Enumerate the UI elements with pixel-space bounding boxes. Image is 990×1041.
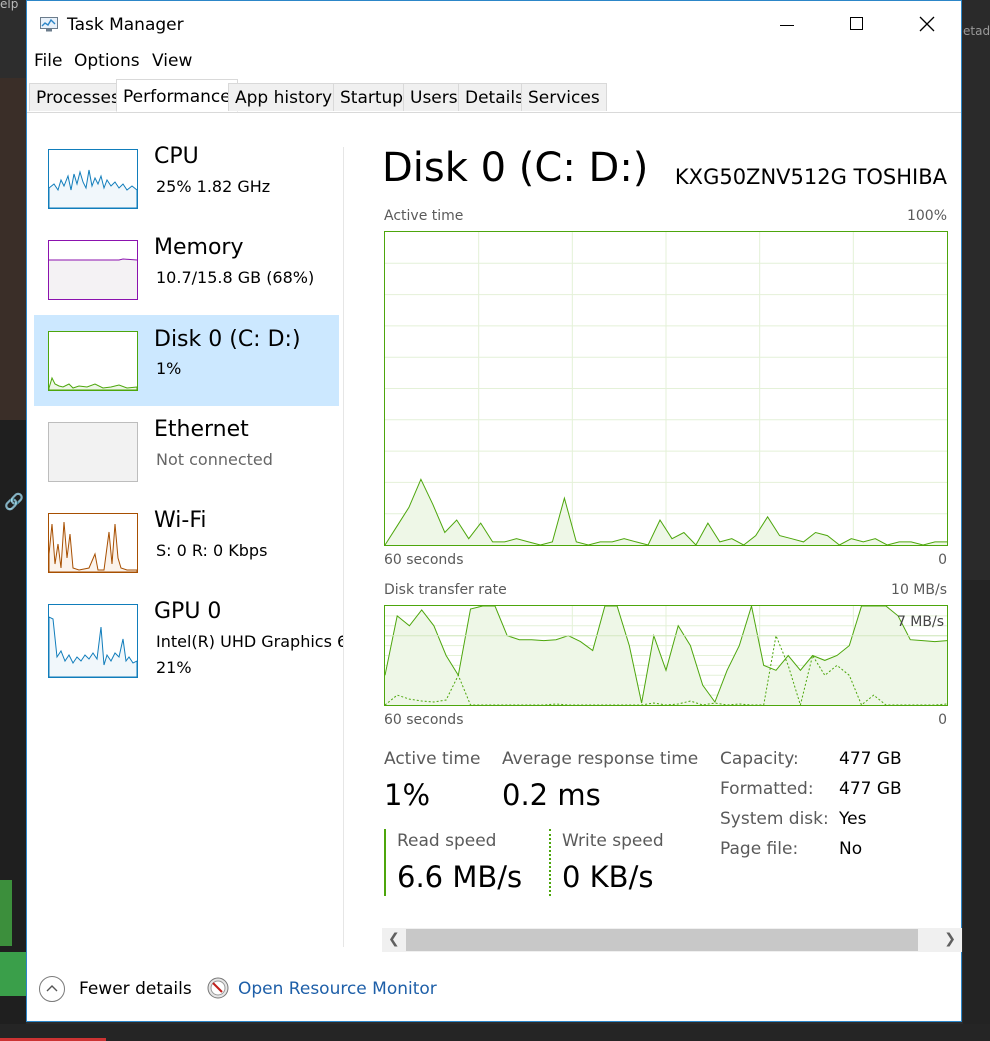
stat-write-speed-value: 0 KB/s xyxy=(562,860,654,894)
tab-processes[interactable]: Processes xyxy=(29,83,127,111)
title-bar[interactable]: Task Manager xyxy=(27,1,961,47)
transfer-graph-label: Disk transfer rate xyxy=(384,582,507,598)
detail-system-disk-value: Yes xyxy=(839,809,867,829)
page-title: Disk 0 (C: D:) xyxy=(382,145,649,191)
chevron-up-icon xyxy=(46,985,58,992)
scroll-left-icon[interactable]: ❮ xyxy=(388,931,400,947)
sidebar-memory-sub: 10.7/15.8 GB (68%) xyxy=(156,268,315,287)
detail-page-file-value: No xyxy=(839,839,863,859)
memory-thumbnail-graph xyxy=(48,240,138,300)
write-speed-indicator xyxy=(549,829,551,896)
tab-startup[interactable]: Startup xyxy=(333,83,411,111)
stat-read-speed-label: Read speed xyxy=(397,831,497,851)
background-green-block xyxy=(0,880,12,946)
task-manager-icon xyxy=(40,17,58,32)
sidebar-item-ethernet[interactable]: Ethernet Not connected xyxy=(34,412,339,503)
stat-active-time-label: Active time xyxy=(384,749,481,769)
stat-avg-response-value: 0.2 ms xyxy=(502,778,601,812)
sidebar-item-disk[interactable]: Disk 0 (C: D:) 1% xyxy=(34,315,339,406)
stat-read-speed-value: 6.6 MB/s xyxy=(397,860,523,894)
sidebar-item-memory[interactable]: Memory 10.7/15.8 GB (68%) xyxy=(34,230,339,321)
wifi-thumbnail-graph xyxy=(48,513,138,573)
sidebar-cpu-name: CPU xyxy=(154,144,199,169)
close-icon xyxy=(919,16,935,32)
active-time-graph-seconds: 60 seconds xyxy=(384,552,464,568)
detail-formatted-value: 477 GB xyxy=(839,779,902,799)
stat-avg-response-label: Average response time xyxy=(502,749,699,769)
background-taskbar xyxy=(0,1024,990,1041)
open-resource-monitor-link[interactable]: Open Resource Monitor xyxy=(238,979,437,999)
background-right-app: etad xyxy=(963,0,990,1041)
sidebar-wifi-sub: S: 0 R: 0 Kbps xyxy=(156,541,268,560)
sidebar-memory-name: Memory xyxy=(154,235,244,260)
sidebar-gpu-name: GPU 0 xyxy=(154,599,222,624)
tab-users[interactable]: Users xyxy=(403,83,465,111)
disk-thumbnail-graph xyxy=(48,331,138,391)
scroll-right-icon[interactable]: ❯ xyxy=(944,931,956,947)
active-time-graph-zero: 0 xyxy=(938,552,947,568)
sidebar-wifi-name: Wi-Fi xyxy=(154,508,207,533)
sidebar-ethernet-name: Ethernet xyxy=(154,417,249,442)
sidebar-item-gpu[interactable]: GPU 0 Intel(R) UHD Graphics 6 21% xyxy=(34,594,344,685)
sidebar-item-wifi[interactable]: Wi-Fi S: 0 R: 0 Kbps xyxy=(34,503,339,594)
menu-view[interactable]: View xyxy=(152,51,192,71)
tab-performance[interactable]: Performance xyxy=(116,79,238,112)
sidebar-gpu-sub: Intel(R) UHD Graphics 6 xyxy=(156,632,344,651)
maximize-button[interactable] xyxy=(822,1,892,47)
detail-capacity-label: Capacity: xyxy=(720,749,799,769)
background-left-app: elp 🔗 xyxy=(0,0,26,1041)
transfer-rate-graph: 7 MB/s xyxy=(384,605,948,707)
sidebar-item-cpu[interactable]: CPU 25% 1.82 GHz xyxy=(34,139,339,230)
detail-page-file-label: Page file: xyxy=(720,839,799,859)
background-help-text: elp xyxy=(0,0,19,11)
window-title: Task Manager xyxy=(67,15,184,35)
transfer-graph-marker: 7 MB/s xyxy=(896,614,944,630)
tab-services[interactable]: Services xyxy=(521,83,607,111)
fewer-details-button[interactable] xyxy=(39,976,65,1002)
fewer-details-link[interactable]: Fewer details xyxy=(79,979,192,999)
detail-capacity-value: 477 GB xyxy=(839,749,902,769)
link-icon: 🔗 xyxy=(4,492,24,511)
minimize-icon xyxy=(780,25,794,26)
menu-file[interactable]: File xyxy=(34,51,62,71)
resource-monitor-icon[interactable] xyxy=(207,977,229,999)
tab-bar: Processes Performance App history Startu… xyxy=(27,79,961,113)
transfer-graph-zero: 0 xyxy=(938,712,947,728)
detail-formatted-label: Formatted: xyxy=(720,779,814,799)
sidebar-ethernet-sub: Not connected xyxy=(156,450,273,469)
sidebar-disk-sub: 1% xyxy=(156,359,182,378)
tab-details[interactable]: Details xyxy=(458,83,531,111)
tab-app-history[interactable]: App history xyxy=(228,83,340,111)
detail-system-disk-label: System disk: xyxy=(720,809,829,829)
background-right-text: etad xyxy=(963,24,990,38)
horizontal-scrollbar[interactable]: ❮ ❯ xyxy=(382,928,962,952)
sidebar-divider xyxy=(343,147,344,947)
ethernet-thumbnail-graph xyxy=(48,422,138,482)
task-manager-window: Task Manager File Options View Processes… xyxy=(26,0,962,1022)
cpu-thumbnail-graph xyxy=(48,149,138,209)
stat-active-time-value: 1% xyxy=(384,778,431,812)
stat-write-speed-label: Write speed xyxy=(562,831,664,851)
menu-options[interactable]: Options xyxy=(74,51,140,71)
disk-model: KXG50ZNV512G TOSHIBA xyxy=(674,165,947,189)
minimize-button[interactable] xyxy=(752,1,822,47)
close-button[interactable] xyxy=(892,1,962,47)
transfer-graph-seconds: 60 seconds xyxy=(384,712,464,728)
sidebar-cpu-sub: 25% 1.82 GHz xyxy=(156,177,271,196)
sidebar-gpu-sub2: 21% xyxy=(156,658,192,677)
background-green-block xyxy=(0,952,26,996)
sidebar-disk-name: Disk 0 (C: D:) xyxy=(154,327,301,352)
scrollbar-thumb[interactable] xyxy=(406,929,918,951)
maximize-icon xyxy=(850,17,863,30)
transfer-graph-max: 10 MB/s xyxy=(891,582,947,598)
active-time-graph-max: 100% xyxy=(906,208,947,224)
read-speed-indicator xyxy=(384,829,386,896)
active-time-graph-label: Active time xyxy=(384,208,464,224)
active-time-graph xyxy=(384,231,948,546)
gpu-thumbnail-graph xyxy=(48,604,138,678)
